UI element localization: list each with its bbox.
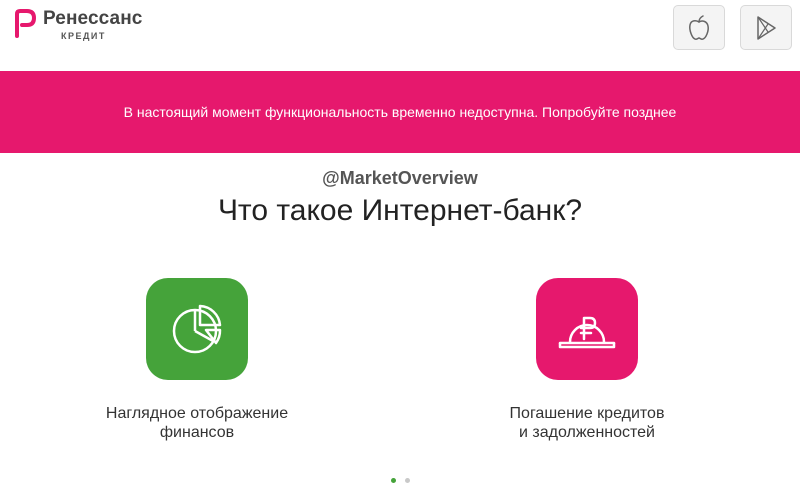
logo-subtitle: КРЕДИТ — [61, 31, 106, 41]
feature-label-line: и задолженностей — [519, 424, 655, 441]
logo-r-icon — [15, 9, 36, 38]
feature-icon-tile — [536, 278, 638, 380]
app-store-button[interactable] — [673, 5, 725, 50]
bank-logo[interactable]: Ренессанс КРЕДИТ — [12, 8, 142, 42]
section-title: Что такое Интернет-банк? — [217, 194, 583, 227]
pie-chart-icon — [172, 304, 222, 354]
carousel-pagination — [0, 478, 800, 483]
feature-loan-repayment[interactable]: Погашение кредитов и задолженностей — [457, 278, 717, 442]
feature-icon-tile — [146, 278, 248, 380]
ruble-coin-icon — [558, 316, 616, 349]
feature-label-line: финансов — [159, 424, 235, 441]
watermark: @MarketOverview — [322, 168, 478, 188]
error-banner: В настоящий момент функциональность врем… — [0, 71, 800, 153]
google-play-icon — [757, 15, 776, 40]
apple-icon — [689, 14, 709, 40]
carousel-dot-active[interactable] — [390, 478, 396, 483]
feature-finances-overview[interactable]: Наглядное отображение финансов — [67, 278, 327, 442]
error-banner-text: В настоящий момент функциональность врем… — [123, 104, 677, 120]
logo-name: Ренессанс — [43, 8, 143, 29]
carousel-dot[interactable] — [404, 478, 410, 483]
google-play-button[interactable] — [740, 5, 792, 50]
feature-label: Погашение кредитов и задолженностей — [457, 404, 717, 442]
header: Ренессанс КРЕДИТ — [0, 0, 800, 70]
feature-label-line: Погашение кредитов — [509, 405, 665, 422]
feature-label-line: Наглядное отображение — [105, 405, 289, 422]
feature-label: Наглядное отображение финансов — [67, 404, 327, 442]
